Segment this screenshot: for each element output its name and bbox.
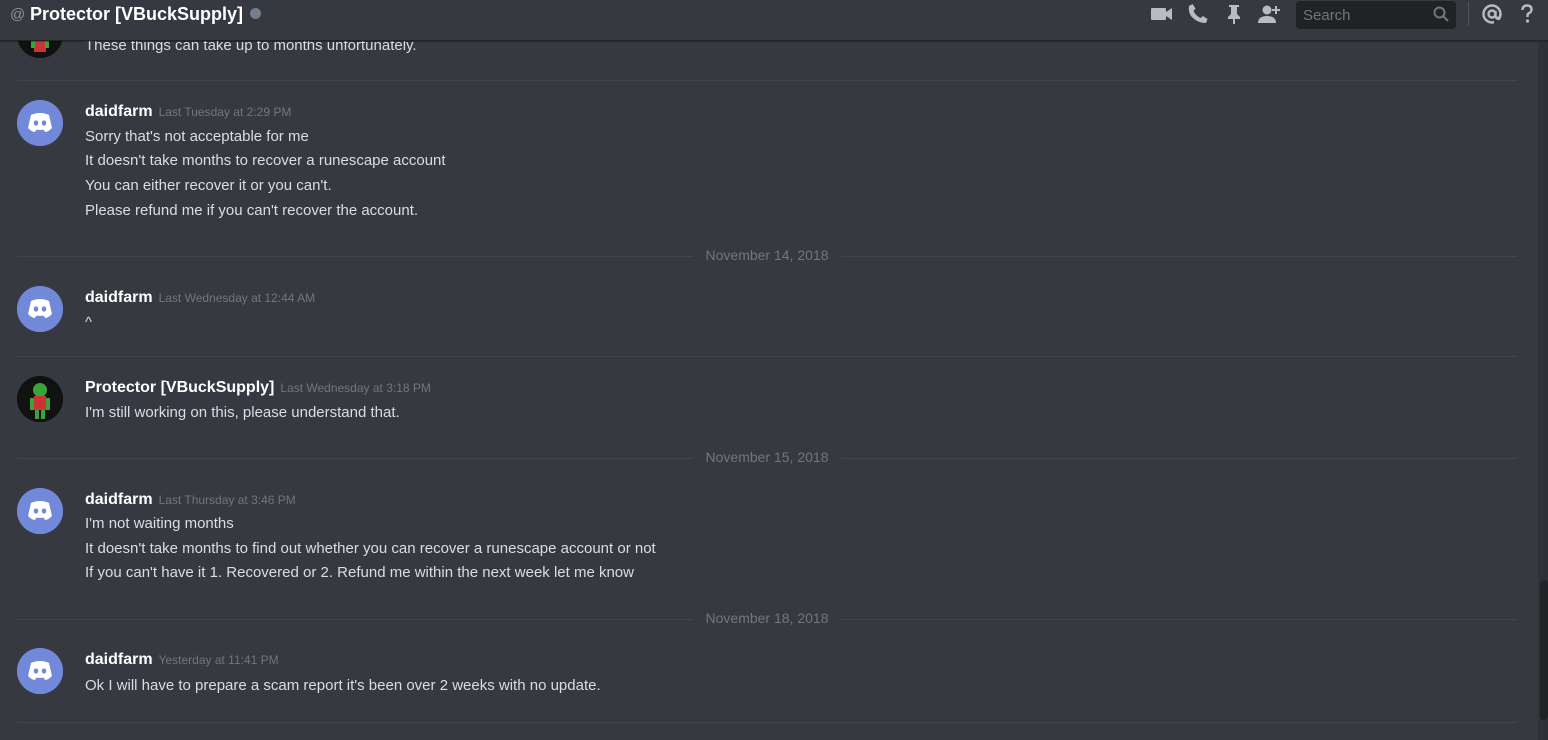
timestamp: Yesterday at 11:41 PM	[158, 653, 279, 667]
username-text[interactable]: daidfarm	[85, 103, 153, 120]
channel-title: Protector [VBuckSupply]	[30, 4, 244, 24]
add-friend-icon[interactable]	[1257, 2, 1281, 26]
scrollbar-thumb[interactable]	[1540, 580, 1548, 720]
avatar[interactable]	[17, 286, 63, 332]
channel-header: @ Protector [VBuckSupply]	[0, 0, 1548, 41]
video-call-icon[interactable]	[1150, 2, 1174, 26]
timestamp: Last Wednesday at 12:44 AM	[158, 291, 316, 305]
message-text: Sorry that's not acceptable for me	[85, 128, 309, 145]
date-divider-label: November 18, 2018	[693, 610, 841, 626]
search-icon[interactable]	[1432, 5, 1450, 23]
message-text: If you can't have it 1. Recovered or 2. …	[85, 564, 634, 581]
message-divider	[17, 722, 1517, 723]
username-text[interactable]: daidfarm	[85, 289, 153, 306]
protector-avatar-icon	[17, 376, 63, 422]
username[interactable]: daidfarm Last Tuesday at 2:29 PM	[85, 103, 291, 121]
status-offline-icon	[250, 8, 261, 19]
avatar[interactable]	[17, 376, 63, 422]
username[interactable]: Protector [VBuckSupply] Last Wednesday at…	[85, 379, 431, 397]
message-text: It doesn't take months to find out wheth…	[85, 540, 656, 557]
username-text[interactable]: daidfarm	[85, 651, 153, 668]
timestamp: Last Wednesday at 3:18 PM	[280, 381, 431, 395]
date-divider-label: November 14, 2018	[693, 247, 841, 263]
message-text: ^	[85, 314, 93, 331]
username-text[interactable]: daidfarm	[85, 491, 153, 508]
mention-icon[interactable]	[1480, 2, 1504, 26]
message-text: Ok I will have to prepare a scam report …	[85, 677, 601, 694]
message-divider	[17, 80, 1517, 81]
username[interactable]: daidfarm Yesterday at 11:41 PM	[85, 651, 279, 669]
message-text: Please refund me if you can't recover th…	[85, 202, 419, 219]
username[interactable]: daidfarm Last Thursday at 3:46 PM	[85, 491, 296, 509]
discord-logo-icon	[17, 488, 63, 534]
message-list: These things can take up to months unfor…	[0, 0, 1548, 740]
username-text[interactable]: Protector [VBuckSupply]	[85, 379, 274, 396]
pin-icon[interactable]	[1222, 2, 1246, 26]
discord-logo-icon	[17, 100, 63, 146]
message-text: It doesn't take months to recover a rune…	[85, 152, 446, 169]
discord-logo-icon	[17, 286, 63, 332]
dm-at-icon: @	[10, 6, 26, 23]
help-icon[interactable]	[1515, 2, 1539, 26]
avatar[interactable]	[17, 488, 63, 534]
search-input[interactable]	[1296, 1, 1433, 29]
timestamp: Last Tuesday at 2:29 PM	[158, 105, 292, 119]
date-divider-label: November 15, 2018	[693, 449, 841, 465]
voice-call-icon[interactable]	[1186, 2, 1210, 26]
discord-logo-icon	[17, 648, 63, 694]
avatar[interactable]	[17, 100, 63, 146]
search-bar[interactable]	[1296, 1, 1456, 29]
message-text: I'm still working on this, please unders…	[85, 404, 400, 421]
message-text: I'm not waiting months	[85, 515, 234, 532]
username[interactable]: daidfarm Last Wednesday at 12:44 AM	[85, 289, 315, 307]
timestamp: Last Thursday at 3:46 PM	[158, 493, 296, 507]
header-divider	[1468, 2, 1469, 26]
message-divider	[17, 356, 1517, 357]
message-text: You can either recover it or you can't.	[85, 177, 332, 194]
avatar[interactable]	[17, 648, 63, 694]
